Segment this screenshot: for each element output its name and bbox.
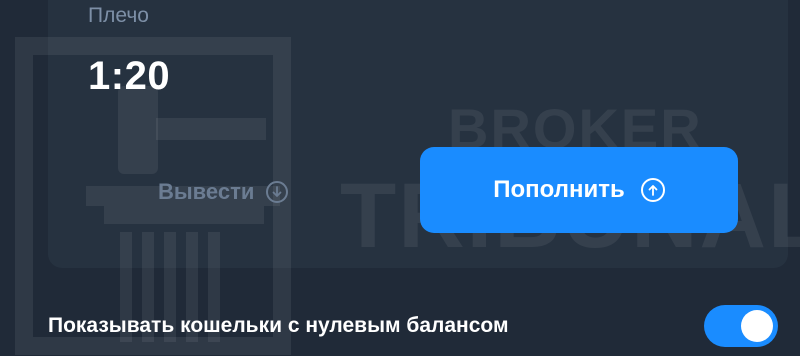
- deposit-label: Пополнить: [493, 176, 625, 203]
- arrow-down-circle-icon: [266, 181, 289, 203]
- zero-balance-toggle[interactable]: [704, 305, 778, 347]
- leverage-label: Плечо: [88, 4, 149, 27]
- withdraw-button[interactable]: Вывести: [158, 174, 289, 210]
- leverage-value: 1:20: [88, 54, 171, 98]
- withdraw-label: Вывести: [158, 179, 255, 204]
- wallet-panel: BROKER TRIBUNAL Плечо 1:20 Вывести Попол…: [0, 0, 800, 356]
- arrow-up-circle-icon: [640, 178, 665, 202]
- zero-balance-setting-row: Показывать кошельки с нулевым балансом: [48, 305, 778, 347]
- toggle-knob: [741, 310, 773, 342]
- zero-balance-label: Показывать кошельки с нулевым балансом: [48, 314, 509, 337]
- deposit-button[interactable]: Пополнить: [420, 147, 738, 233]
